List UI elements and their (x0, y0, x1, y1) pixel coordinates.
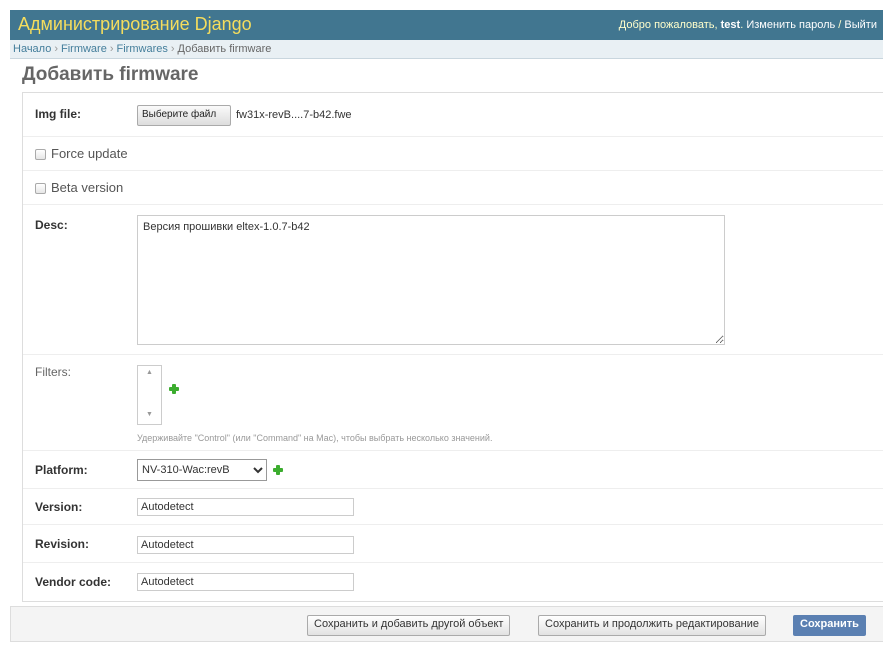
scroll-up-icon[interactable]: ▲ (146, 369, 153, 376)
form-row-vendor-code: Vendor code: (23, 563, 883, 601)
form-row-version: Version: (23, 489, 883, 525)
breadcrumb-separator: › (54, 43, 58, 55)
platform-select[interactable]: NV-310-Wac:revB (137, 459, 267, 481)
beta-version-label[interactable]: Beta version (51, 180, 123, 195)
force-update-label[interactable]: Force update (51, 146, 128, 161)
save-continue-button[interactable]: Сохранить и продолжить редактирование (538, 615, 766, 636)
filters-multiselect[interactable]: ▲ ▼ (137, 365, 162, 425)
add-filter-icon[interactable] (168, 383, 180, 395)
breadcrumb: Начало › Firmware › Firmwares › Добавить firmw… (10, 40, 883, 59)
revision-label: Revision: (35, 537, 90, 551)
beta-version-checkbox[interactable] (35, 183, 46, 194)
header-bar: Администрирование Django Добро пожаловат… (10, 10, 883, 40)
user-tools: Добро пожаловать, test. Изменить пароль … (618, 19, 877, 31)
filters-help-text: Удерживайте "Control" (или "Command" на … (137, 433, 493, 443)
breadcrumb-app[interactable]: Firmware (61, 43, 107, 55)
choose-file-button[interactable]: Выберите файл (137, 105, 231, 126)
breadcrumb-separator: › (170, 43, 175, 55)
scroll-down-icon[interactable]: ▼ (146, 411, 153, 418)
form-fieldset: Img file: Выберите файл fw31x-revB....7-… (22, 92, 883, 602)
form-row-platform: Platform: NV-310-Wac:revB (23, 451, 883, 489)
page-title: Добавить firmware (22, 64, 199, 85)
save-add-another-button[interactable]: Сохранить и добавить другой объект (307, 615, 511, 636)
vendor-code-input[interactable] (137, 573, 354, 591)
form-row-filters: Filters: ▲ ▼ Удерживайте "Control" (или … (23, 355, 883, 451)
form-row-beta-version: Beta version (23, 171, 883, 205)
user-tools-separator: / (838, 19, 842, 31)
breadcrumb-separator: › (109, 43, 114, 55)
submit-row: Сохранить и добавить другой объект Сохра… (10, 606, 883, 642)
platform-label: Platform: (35, 463, 88, 477)
desc-textarea[interactable]: Версия прошивки eltex-1.0.7-b42 (137, 215, 725, 345)
form-row-force-update: Force update (23, 137, 883, 171)
change-password-link[interactable]: Изменить пароль (746, 19, 835, 31)
force-update-checkbox[interactable] (35, 149, 46, 160)
welcome-text: Добро пожаловать, (618, 19, 718, 31)
site-title[interactable]: Администрирование Django (18, 14, 252, 35)
filters-label: Filters: (35, 365, 71, 379)
form-row-desc: Desc: Версия прошивки eltex-1.0.7-b42 (23, 205, 883, 355)
img-file-label: Img file: (35, 107, 82, 121)
chosen-file-name: fw31x-revB....7-b42.fwe (236, 109, 352, 121)
add-platform-icon[interactable] (272, 464, 284, 476)
version-label: Version: (35, 500, 83, 514)
form-row-revision: Revision: (23, 525, 883, 563)
form-row-img-file: Img file: Выберите файл fw31x-revB....7-… (23, 93, 883, 137)
save-button[interactable]: Сохранить (793, 615, 866, 636)
logout-link[interactable]: Выйти (844, 19, 877, 31)
username: test (720, 19, 741, 31)
revision-input[interactable] (137, 536, 354, 554)
breadcrumb-home[interactable]: Начало (13, 43, 51, 55)
vendor-code-label: Vendor code: (35, 575, 112, 589)
breadcrumb-current: Добавить firmware (177, 43, 272, 55)
version-input[interactable] (137, 498, 354, 516)
desc-label: Desc: (35, 218, 68, 232)
breadcrumb-model[interactable]: Firmwares (117, 43, 168, 55)
